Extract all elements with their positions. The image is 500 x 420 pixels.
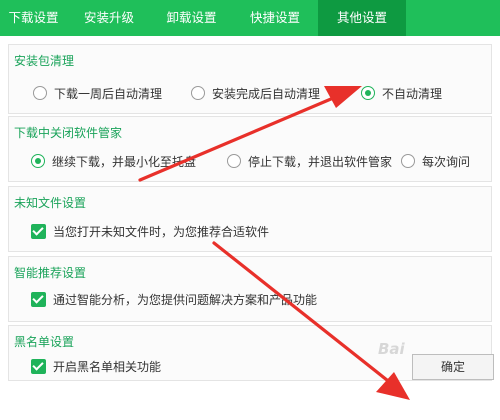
option-no-auto-clean[interactable]: 不自动清理 [361,83,442,103]
checkbox-enable-blacklist[interactable]: 开启黑名单相关功能 [31,356,161,376]
radio-icon[interactable] [401,154,415,168]
option-label: 每次询问 [422,154,471,169]
tab-other-settings[interactable]: 其他设置 [318,0,406,36]
option-stop-exit[interactable]: 停止下载，并退出软件管家 [227,151,392,171]
watermark: Bai [378,340,405,358]
checkbox-label: 通过智能分析，为您提供问题解决方案和产品功能 [53,292,318,307]
option-label: 继续下载，并最小化至托盘 [52,154,197,169]
option-label: 停止下载，并退出软件管家 [248,154,393,169]
section-title: 安装包清理 [14,54,75,68]
option-label: 下载一周后自动清理 [54,86,163,101]
option-label: 不自动清理 [382,86,443,101]
option-label: 安装完成后自动清理 [212,86,321,101]
checkbox-checked-icon[interactable] [31,291,46,307]
radio-icon[interactable] [191,86,205,100]
tab-download-settings[interactable]: 下载设置 [0,0,67,36]
checkbox-checked-icon[interactable] [31,223,46,239]
radio-selected-icon[interactable] [31,154,45,168]
section-title: 下载中关闭软件管家 [14,126,123,140]
radio-icon[interactable] [227,154,241,168]
checkbox-checked-icon[interactable] [31,358,46,374]
tab-bar: 下载设置 安装升级 卸载设置 快捷设置 其他设置 [0,0,500,36]
checkbox-label: 当您打开未知文件时，为您推荐合适软件 [53,224,270,239]
tab-install-upgrade[interactable]: 安装升级 [67,0,151,36]
option-continue-minimize[interactable]: 继续下载，并最小化至托盘 [31,151,196,171]
section-smart-recommend: 智能推荐设置 通过智能分析，为您提供问题解决方案和产品功能 [8,256,492,322]
tab-shortcut-settings[interactable]: 快捷设置 [232,0,318,36]
section-title: 黑名单设置 [14,335,75,349]
option-clean-after-install[interactable]: 安装完成后自动清理 [191,83,320,103]
option-ask-every-time[interactable]: 每次询问 [401,151,470,171]
section-install-cleanup: 安装包清理 下载一周后自动清理 安装完成后自动清理 不自动清理 [8,44,492,114]
section-title: 未知文件设置 [14,196,87,210]
option-row: 下载一周后自动清理 安装完成后自动清理 不自动清理 [9,83,491,103]
tab-uninstall-settings[interactable]: 卸载设置 [151,0,232,36]
section-unknown-files: 未知文件设置 当您打开未知文件时，为您推荐合适软件 [8,186,492,252]
option-row: 继续下载，并最小化至托盘 停止下载，并退出软件管家 每次询问 [9,151,491,171]
checkbox-recommend-software[interactable]: 当您打开未知文件时，为您推荐合适软件 [31,221,269,241]
confirm-button[interactable]: 确定 [412,354,494,380]
section-title: 智能推荐设置 [14,266,87,280]
section-close-during-download: 下载中关闭软件管家 继续下载，并最小化至托盘 停止下载，并退出软件管家 每次询问 [8,116,492,182]
checkbox-label: 开启黑名单相关功能 [53,359,162,374]
option-clean-after-week[interactable]: 下载一周后自动清理 [33,83,162,103]
radio-icon[interactable] [33,86,47,100]
checkbox-smart-analysis[interactable]: 通过智能分析，为您提供问题解决方案和产品功能 [31,289,317,309]
radio-selected-icon[interactable] [361,86,375,100]
